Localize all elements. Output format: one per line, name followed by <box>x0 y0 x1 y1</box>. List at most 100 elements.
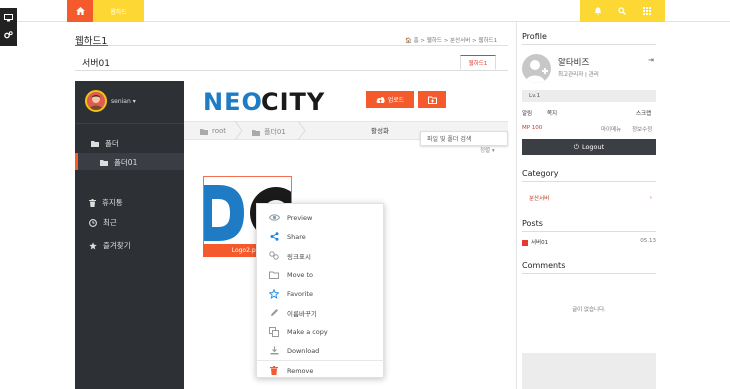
upload-button[interactable]: 업로드 <box>366 91 414 108</box>
post-date: 05.13 <box>640 238 656 244</box>
sign-out-icon[interactable]: ⇥ <box>648 56 654 64</box>
crumb-separator <box>235 121 243 140</box>
logout-label: Logout <box>581 143 605 151</box>
comments-heading: Comments <box>522 261 566 270</box>
cloud-upload-icon <box>376 97 385 103</box>
search-icon[interactable] <box>617 6 627 16</box>
folder-icon <box>252 129 260 136</box>
sidebar-item-favorites[interactable]: 즐겨찾기 <box>89 240 131 251</box>
menu-item-link[interactable]: 링크표시 <box>257 246 385 265</box>
crumb-label: 폴더01 <box>264 128 286 136</box>
menu-item-favorite[interactable]: Favorite <box>257 284 385 303</box>
user-name: senian <box>111 98 131 105</box>
clock-icon <box>89 218 97 227</box>
menu-item-rename[interactable]: 이름바꾸기 <box>257 303 385 322</box>
file-sidebar <box>75 81 184 389</box>
download-icon <box>267 345 281 357</box>
upload-label: 업로드 <box>387 97 405 104</box>
edit-profile-link[interactable]: 정보수정 <box>632 125 652 133</box>
menu-item-preview[interactable]: Preview <box>257 208 385 227</box>
crumb-root[interactable]: root <box>200 127 226 135</box>
sort-dropdown[interactable]: 정렬 ▾ <box>480 146 495 154</box>
comments-divider <box>522 273 656 274</box>
active-toggle[interactable]: 활성화 <box>371 125 389 135</box>
monitor-icon[interactable] <box>4 14 13 22</box>
mp-points[interactable]: MP 100 <box>522 125 542 131</box>
grid-icon[interactable] <box>642 6 652 16</box>
post-title: 서버01 <box>531 240 549 246</box>
tab-webhard1[interactable]: 웹하드1 <box>460 55 496 70</box>
gears-icon[interactable] <box>4 31 13 39</box>
power-icon: ⏻ <box>573 142 579 151</box>
user-menu[interactable]: senian ▾ <box>111 98 136 105</box>
folder-icon <box>91 141 99 147</box>
menu-item-download[interactable]: Download <box>257 341 385 360</box>
crumb-folder01[interactable]: 폴더01 <box>252 127 286 137</box>
menu-item-copy[interactable]: Make a copy <box>257 322 385 341</box>
menu-item-label: Share <box>287 232 306 241</box>
sidebar-item-label: 즐겨찾기 <box>103 241 131 250</box>
menu-item-move[interactable]: Move to <box>257 265 385 284</box>
scrap-link[interactable]: 스크랩 <box>636 109 651 117</box>
sidebar-item-label: 휴지통 <box>102 198 123 207</box>
avatar[interactable] <box>85 90 107 112</box>
empty-message: 글이 없습니다. <box>572 307 606 313</box>
star-icon <box>89 241 97 249</box>
menu-item-label: 이름바꾸기 <box>287 309 317 318</box>
profile-avatar[interactable] <box>522 54 551 83</box>
top-tab-webhard[interactable]: 웹하드 <box>93 0 144 22</box>
menu-item-label: Move to <box>287 270 314 279</box>
ad-placeholder <box>522 353 656 389</box>
crumb-separator <box>298 121 306 140</box>
pencil-icon <box>267 307 281 319</box>
sidebar-item-recent[interactable]: 최근 <box>89 217 117 228</box>
profile-divider <box>522 44 656 45</box>
bell-icon[interactable] <box>593 6 603 16</box>
folder-icon <box>100 160 108 166</box>
post-item[interactable]: 서버01 05.13 <box>522 238 656 250</box>
profile-name: 알타비즈 <box>558 58 590 68</box>
post-bullet-icon <box>522 240 528 246</box>
context-menu: Preview Share 링크표시 Move to Favorite 이름바꾸… <box>256 203 385 380</box>
profile-role: 최고관리자 | 관리 <box>558 72 599 78</box>
copy-icon <box>267 326 281 338</box>
top-right-tools <box>580 0 665 22</box>
folder-outline-icon <box>267 269 281 281</box>
side-tool-strip <box>0 8 17 46</box>
search-tooltip: 파일 및 폴더 검색 <box>420 131 508 146</box>
folder-icon <box>200 128 208 135</box>
folder-plus-icon <box>427 96 437 104</box>
level-badge: Lv.1 <box>522 90 656 102</box>
alarm-link[interactable]: 알림 <box>522 109 532 117</box>
svg-text:CITY: CITY <box>261 88 325 114</box>
posts-heading: Posts <box>522 219 543 228</box>
share-icon <box>267 231 281 243</box>
menu-item-remove[interactable]: Remove <box>257 361 385 380</box>
neocity-logo: NEO CITY <box>203 88 329 116</box>
right-panel-border <box>516 22 517 389</box>
mypage-link[interactable]: 마이메뉴 <box>601 125 621 133</box>
eye-icon <box>267 212 281 224</box>
menu-item-label: Remove <box>287 366 314 375</box>
sidebar-item-label: 최근 <box>103 218 117 227</box>
menu-item-share[interactable]: Share <box>257 227 385 246</box>
menu-item-label: Make a copy <box>287 327 328 336</box>
trash-icon <box>89 198 96 207</box>
breadcrumb[interactable]: 🏠 홈 > 웹하드 > 분산서버 > 웹하드1 <box>405 36 497 44</box>
note-link[interactable]: 쪽지 <box>547 109 557 117</box>
logout-button[interactable]: ⏻ Logout <box>522 139 656 155</box>
link-icon <box>267 250 281 262</box>
new-folder-button[interactable] <box>418 91 446 108</box>
home-icon <box>75 7 85 15</box>
sidebar-item-label: 폴더01 <box>114 158 138 167</box>
sidebar-item-trash[interactable]: 휴지통 <box>89 197 123 208</box>
title-divider <box>75 45 508 46</box>
sidebar-item-folder01-content[interactable]: 폴더01 <box>100 157 137 168</box>
home-button[interactable] <box>67 0 93 22</box>
menu-item-label: 링크표시 <box>287 252 311 261</box>
tab-divider <box>75 70 508 71</box>
category-item[interactable]: 분산서버 › <box>522 190 656 205</box>
title-accent-line <box>75 45 108 46</box>
section-title: 서버01 <box>82 59 111 69</box>
sidebar-item-folder[interactable]: 폴더 <box>91 138 119 149</box>
